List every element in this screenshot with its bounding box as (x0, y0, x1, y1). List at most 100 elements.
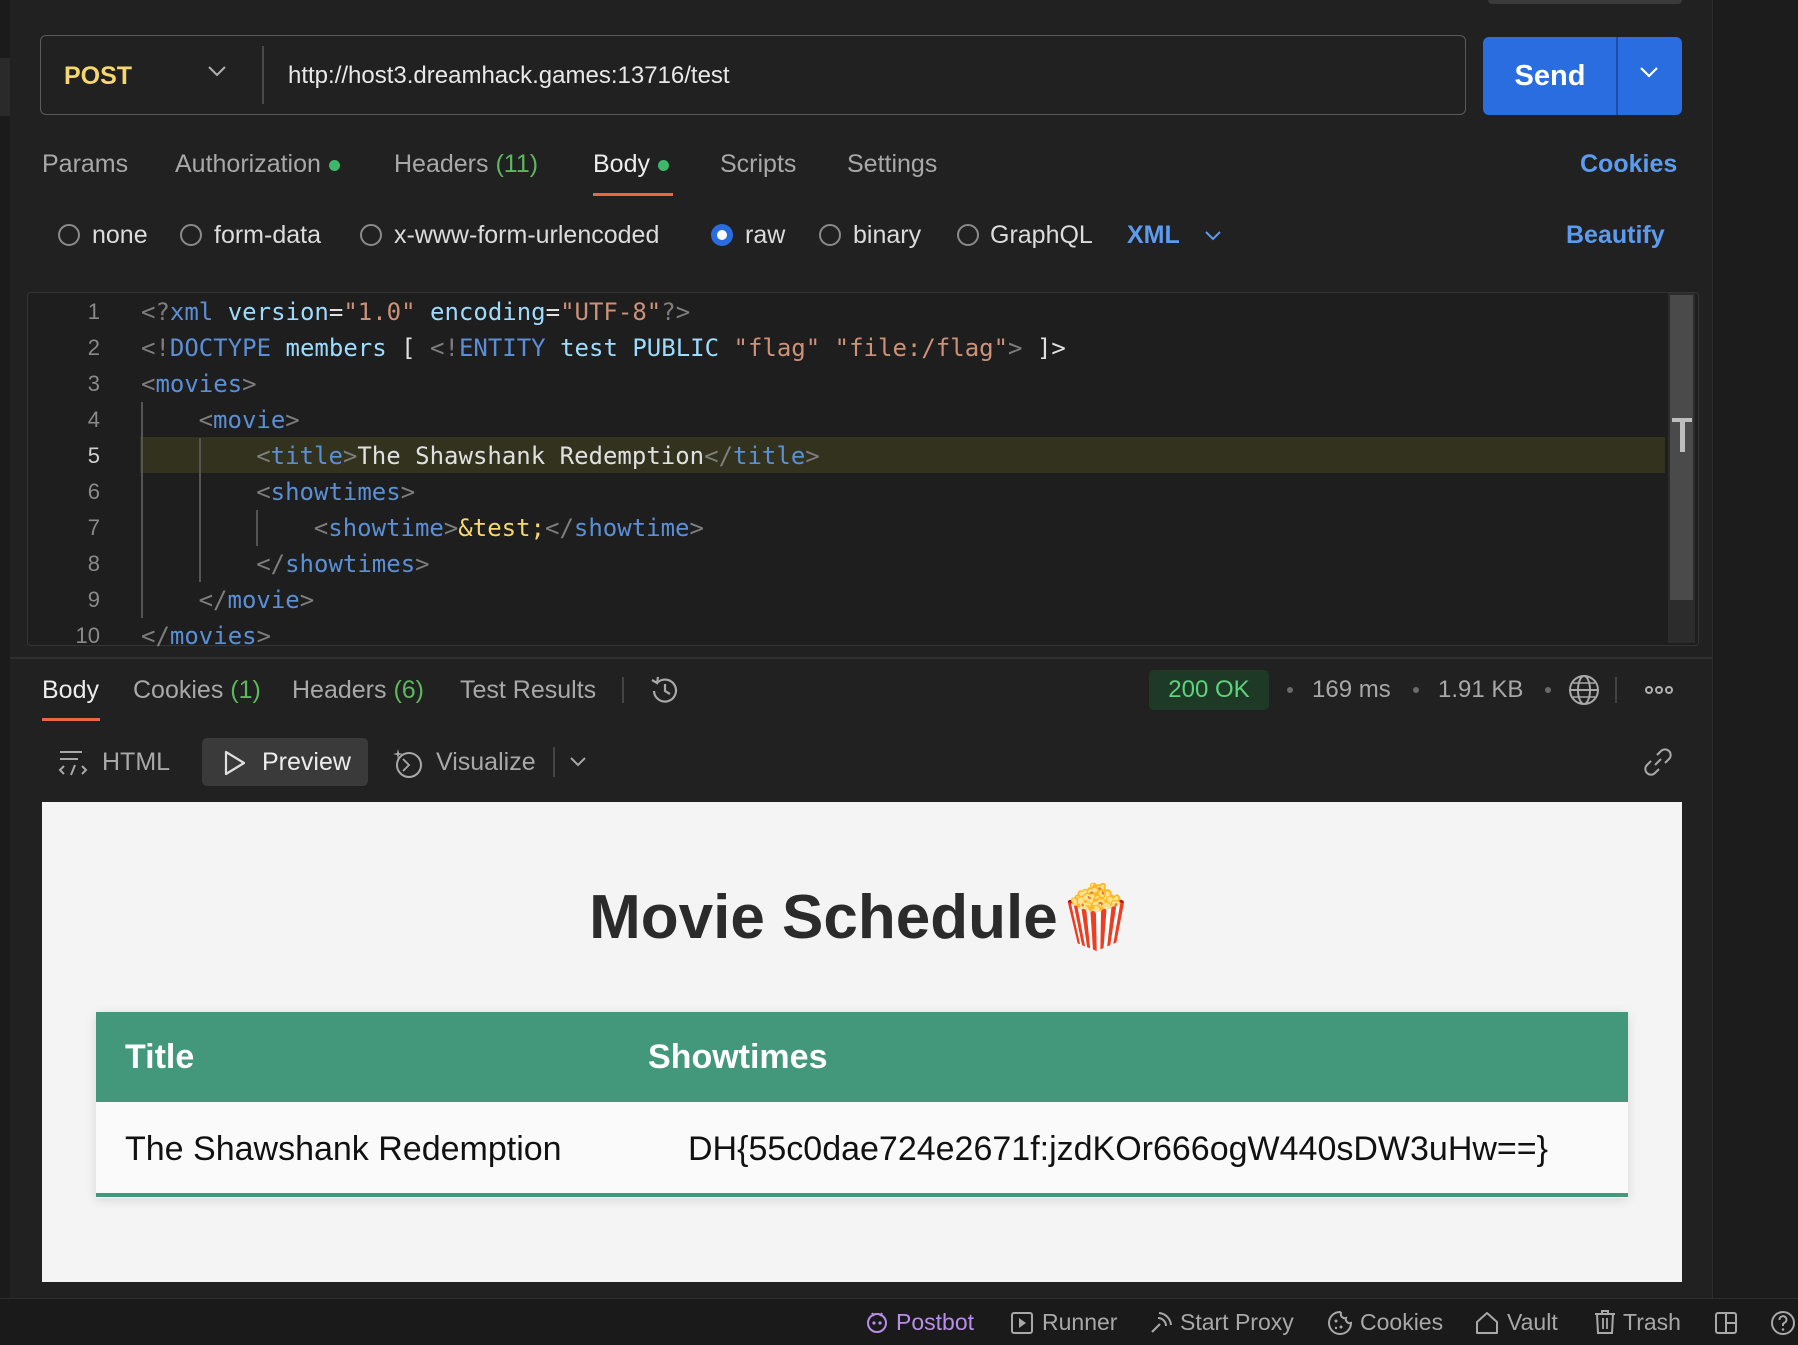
send-divider (1616, 37, 1618, 115)
trash-button[interactable]: Trash (1623, 1299, 1681, 1345)
link-icon[interactable] (1642, 746, 1674, 783)
postbot-button[interactable]: Postbot (896, 1299, 974, 1345)
line-number: 6 (87, 479, 100, 504)
meta-separator (1413, 687, 1419, 693)
history-icon[interactable] (648, 674, 682, 713)
chevron-down-icon[interactable] (1203, 229, 1223, 247)
preview-heading-text: Movie Schedule (589, 883, 1058, 952)
vault-button[interactable]: Vault (1507, 1299, 1558, 1345)
code-line[interactable]: <movie> (141, 402, 300, 438)
table-cell-title: The Shawshank Redemption (125, 1130, 562, 1168)
cookies-button[interactable]: Cookies (1360, 1299, 1443, 1345)
active-tab-indicator (593, 193, 673, 196)
response-tab-cookies-label: Cookies (133, 676, 224, 704)
tab-divider (622, 677, 624, 703)
line-number: 5 (87, 443, 100, 468)
status-dot-icon (657, 159, 669, 171)
more-options-icon[interactable] (1644, 682, 1674, 703)
response-tab-headers-count: (6) (393, 676, 425, 704)
radio-graphql-label[interactable]: GraphQL (990, 220, 1093, 250)
method-selector[interactable]: POST (64, 48, 132, 104)
radio-none[interactable] (58, 224, 80, 246)
radio-binary[interactable] (819, 224, 841, 246)
chevron-down-icon[interactable] (206, 64, 228, 83)
column-header-title: Title (125, 1038, 195, 1076)
radio-graphql[interactable] (957, 224, 979, 246)
code-line[interactable]: <title>The Shawshank Redemption</title> (141, 438, 820, 474)
code-line[interactable]: </movie> (141, 582, 315, 618)
trash-icon[interactable] (1593, 1309, 1617, 1340)
send-options-chevron-icon[interactable] (1638, 65, 1660, 84)
visualize-icon[interactable] (392, 746, 426, 785)
postbot-icon[interactable] (864, 1309, 890, 1340)
view-visualize-button[interactable]: Visualize (436, 742, 536, 782)
code-line[interactable]: </movies> (141, 618, 271, 654)
html-view-icon[interactable] (58, 746, 90, 783)
radio-form-data[interactable] (180, 224, 202, 246)
send-button-label[interactable]: Send (1483, 37, 1617, 115)
tab-scripts[interactable]: Scripts (720, 144, 796, 184)
tab-headers-count: (11) (495, 150, 539, 178)
layout-toggle-icon[interactable] (1714, 1311, 1738, 1340)
response-tab-headers[interactable]: Headers (6) (292, 670, 424, 710)
beautify-button[interactable]: Beautify (1566, 220, 1665, 250)
request-url-bar[interactable] (40, 35, 1466, 115)
chevron-down-icon[interactable] (568, 755, 588, 773)
response-tab-headers-label: Headers (292, 676, 387, 704)
top-control-fragment[interactable] (1488, 0, 1682, 4)
cookies-link[interactable]: Cookies (1580, 144, 1677, 184)
preview-heading: Movie Schedule🍿 (42, 878, 1682, 958)
format-selector[interactable]: XML (1127, 220, 1180, 250)
response-size[interactable]: 1.91 KB (1438, 670, 1523, 710)
cursor-marker (1680, 418, 1685, 452)
play-icon[interactable] (222, 749, 248, 782)
code-line[interactable]: </showtimes> (141, 546, 429, 582)
radio-raw-label[interactable]: raw (745, 220, 785, 250)
response-tab-body[interactable]: Body (42, 670, 99, 710)
response-tab-cookies[interactable]: Cookies (1) (133, 670, 261, 710)
code-line[interactable]: <!DOCTYPE members [ <!ENTITY test PUBLIC… (141, 330, 1066, 366)
tab-headers[interactable]: Headers (11) (394, 144, 538, 184)
radio-urlencoded[interactable] (360, 224, 382, 246)
url-input[interactable]: http://host3.dreamhack.games:13716/test (288, 48, 730, 104)
tab-params[interactable]: Params (42, 144, 128, 184)
vault-icon[interactable] (1474, 1310, 1500, 1341)
tab-settings[interactable]: Settings (847, 144, 937, 184)
cookie-icon[interactable] (1327, 1310, 1353, 1341)
line-number: 2 (87, 335, 100, 360)
view-divider (553, 747, 555, 777)
view-preview-label[interactable]: Preview (262, 742, 351, 782)
start-proxy-button[interactable]: Start Proxy (1180, 1299, 1294, 1345)
response-divider[interactable] (10, 657, 1712, 659)
line-number: 4 (87, 407, 100, 432)
tab-authorization[interactable]: Authorization (175, 144, 340, 184)
code-line[interactable]: <?xml version="1.0" encoding="UTF-8"?> (141, 294, 690, 330)
left-edge-handle[interactable] (0, 58, 10, 116)
table-bottom-border (96, 1193, 1628, 1197)
runner-icon[interactable] (1010, 1311, 1034, 1340)
popcorn-icon: 🍿 (1057, 883, 1135, 952)
response-tab-test-results[interactable]: Test Results (460, 670, 596, 710)
view-html-button[interactable]: HTML (102, 742, 170, 782)
status-dot-icon (328, 159, 340, 171)
radio-urlencoded-label[interactable]: x-www-form-urlencoded (394, 220, 659, 250)
response-time[interactable]: 169 ms (1312, 670, 1391, 710)
radio-form-data-label[interactable]: form-data (214, 220, 321, 250)
proxy-icon[interactable] (1148, 1310, 1174, 1341)
runner-button[interactable]: Runner (1042, 1299, 1117, 1345)
right-side-panel (1712, 0, 1798, 1300)
code-line[interactable]: <showtime>&test;</showtime> (141, 510, 704, 546)
radio-none-label[interactable]: none (92, 220, 148, 250)
active-tab-indicator (42, 718, 100, 721)
tab-body[interactable]: Body (593, 144, 669, 184)
line-number: 7 (87, 515, 100, 540)
code-line[interactable]: <showtimes> (141, 474, 415, 510)
radio-raw[interactable] (711, 224, 733, 246)
radio-binary-label[interactable]: binary (853, 220, 921, 250)
code-line[interactable]: <movies> (141, 366, 257, 402)
globe-icon[interactable] (1567, 673, 1601, 712)
help-icon[interactable] (1770, 1310, 1796, 1341)
tab-body-label: Body (593, 150, 650, 178)
line-number: 1 (87, 299, 100, 324)
status-badge[interactable]: 200 OK (1149, 670, 1269, 710)
